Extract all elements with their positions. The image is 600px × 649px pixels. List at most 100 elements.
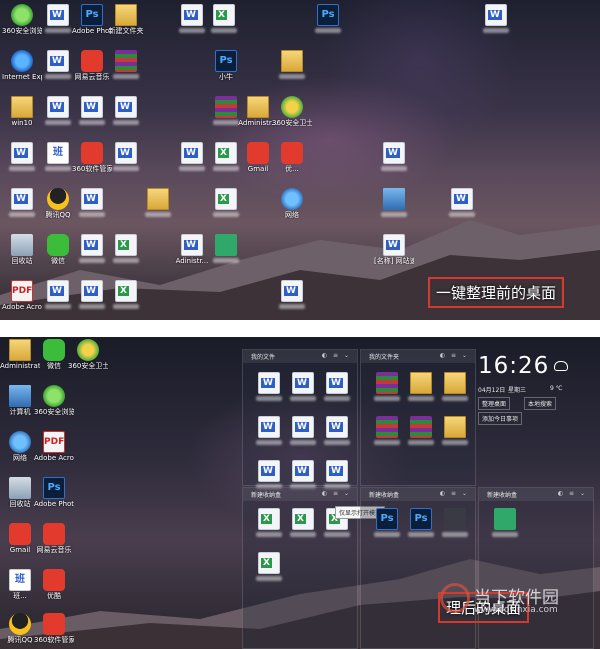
- computer-icon: [383, 188, 405, 210]
- desktop-icon[interactable]: 回收站: [2, 234, 42, 265]
- word-document-icon: [11, 188, 33, 210]
- desktop-icon[interactable]: [206, 188, 246, 217]
- fence-header[interactable]: 我的文件 ◐ ≡ ⌄: [243, 350, 357, 363]
- blurred-label: [79, 120, 105, 125]
- word-document-icon: [181, 4, 203, 26]
- desktop-icon[interactable]: 360软件管家: [34, 613, 74, 644]
- desktop-icon[interactable]: 优...: [272, 142, 312, 173]
- desktop-icon[interactable]: PDFAdobe Acrobat...: [34, 431, 74, 462]
- desktop-icon[interactable]: win10: [2, 96, 42, 127]
- folder-icon: [9, 339, 31, 361]
- fence-header[interactable]: 新建收纳盒 ◐ ≡ ⌄: [243, 488, 357, 501]
- desktop-icon[interactable]: [206, 234, 246, 263]
- blurred-label: [9, 166, 35, 171]
- desktop-icon[interactable]: [106, 142, 146, 171]
- recycle-bin-icon: [9, 477, 31, 499]
- desktop-icon[interactable]: [374, 188, 414, 217]
- blurred-label: [45, 166, 71, 171]
- fence-controls[interactable]: ◐ ≡ ⌄: [440, 490, 469, 497]
- fence-header[interactable]: 新建收纳盒 ◐ ≡ ⌄: [361, 488, 475, 501]
- word-document-icon: [81, 280, 103, 302]
- folder-icon[interactable]: [435, 372, 475, 401]
- network-icon: [281, 188, 303, 210]
- desktop-icon[interactable]: [204, 4, 244, 33]
- image-icon[interactable]: [435, 508, 475, 537]
- desktop-icon[interactable]: [2, 188, 42, 217]
- folder-icon[interactable]: [435, 416, 475, 445]
- desktop-icon[interactable]: [442, 188, 482, 217]
- fence-controls[interactable]: ◐ ≡ ⌄: [440, 352, 469, 359]
- fence-header[interactable]: 我的文件夹 ◐ ≡ ⌄: [361, 350, 475, 363]
- security-360-icon: [77, 339, 99, 361]
- clock-time: 16:26: [478, 353, 550, 379]
- security-360-icon: [281, 96, 303, 118]
- add-todo-button[interactable]: 添加今日事项: [478, 412, 523, 425]
- app-icon[interactable]: [485, 508, 525, 537]
- file-icon[interactable]: [317, 460, 357, 489]
- fence-my-folders[interactable]: 我的文件夹 ◐ ≡ ⌄: [360, 349, 476, 486]
- desktop-icon[interactable]: [72, 188, 112, 217]
- desktop-icon[interactable]: [476, 4, 516, 33]
- blurred-label: [45, 28, 71, 33]
- fence-controls[interactable]: ◐ ≡ ⌄: [558, 490, 587, 497]
- app-icon: [43, 613, 65, 635]
- desktop-icon-label: 网易云音乐: [36, 546, 72, 554]
- desktop-icon[interactable]: [374, 142, 414, 171]
- file-icon[interactable]: [317, 416, 357, 445]
- organize-desktop-button[interactable]: 整理桌面: [478, 397, 511, 410]
- desktop-icon[interactable]: [106, 50, 146, 79]
- desktop-icon-label: Adobe Photosh...: [34, 500, 74, 508]
- desktop-icon[interactable]: 新建文件夹: [106, 4, 146, 35]
- blurred-label: [113, 304, 139, 309]
- desktop-icon[interactable]: Internet Explorer: [2, 50, 42, 81]
- fence-header[interactable]: 新建收纳盒 ◐ ≡ ⌄: [479, 488, 593, 501]
- desktop-icon[interactable]: 360安全卫士: [272, 96, 312, 127]
- word-document-icon: [181, 142, 203, 164]
- wechat-icon: [47, 234, 69, 256]
- word-document-icon: [81, 96, 103, 118]
- blurred-label: [213, 212, 239, 217]
- archive-icon: [115, 50, 137, 72]
- desktop-icon[interactable]: PDFAdobe Acrobat...: [2, 280, 42, 311]
- desktop-icon-label: 360安全卫士: [272, 119, 312, 127]
- blurred-label: [211, 28, 237, 33]
- desktop-icon[interactable]: 优酷: [34, 569, 74, 600]
- desktop-icon[interactable]: [138, 188, 178, 217]
- word-document-icon: [81, 234, 103, 256]
- desktop-icon[interactable]: 网易云音乐: [34, 523, 74, 554]
- desktop-icon[interactable]: PsAdobe Photosh...: [34, 477, 74, 508]
- desktop-icon[interactable]: [272, 50, 312, 79]
- desktop-icon[interactable]: [2, 142, 42, 171]
- spreadsheet-icon[interactable]: [249, 552, 289, 581]
- desktop-icon[interactable]: 360安全浏览器: [34, 385, 74, 416]
- folder-icon: [281, 50, 303, 72]
- internet-explorer-icon: [11, 50, 33, 72]
- photoshop-icon: Ps: [81, 4, 103, 26]
- before-caption: 一键整理前的桌面: [428, 277, 565, 308]
- desktop-icon[interactable]: Ps: [308, 4, 348, 33]
- desktop-icon[interactable]: [272, 280, 312, 309]
- clock-widget: 16:26 04月12日 星期三 9 ℃ 整理桌面 本地搜索 添加今日事项: [478, 349, 592, 484]
- fence-new-box-1[interactable]: 新建收纳盒 ◐ ≡ ⌄ 仅显示打开模式: [242, 487, 386, 649]
- local-search-button[interactable]: 本地搜索: [524, 397, 557, 410]
- blurred-label: [79, 258, 105, 263]
- desktop-icon[interactable]: [106, 234, 146, 263]
- blurred-label: [45, 120, 71, 125]
- qq-icon: [47, 188, 69, 210]
- fence-title: 新建收纳盒: [369, 492, 400, 499]
- fence-controls[interactable]: ◐ ≡ ⌄: [322, 352, 351, 359]
- desktop-icon[interactable]: 360安全浏览器: [2, 4, 42, 35]
- fence-my-files[interactable]: 我的文件 ◐ ≡ ⌄: [242, 349, 358, 489]
- fence-controls[interactable]: ◐ ≡ ⌄: [322, 490, 351, 497]
- fence-title: 我的文件: [251, 354, 276, 361]
- desktop-icon[interactable]: Ps 小牛: [206, 50, 246, 81]
- blurred-label: [315, 28, 341, 33]
- desktop-icon[interactable]: [106, 96, 146, 125]
- desktop-icon[interactable]: 网络: [272, 188, 312, 219]
- desktop-icon[interactable]: 360安全卫士: [68, 339, 108, 370]
- word-document-icon: [383, 234, 405, 256]
- file-icon[interactable]: [317, 372, 357, 401]
- desktop-icon[interactable]: [106, 280, 146, 309]
- desktop-icon-label: 新建文件夹: [108, 27, 144, 35]
- desktop-icon[interactable]: [名称] 网站速度测试: [374, 234, 414, 265]
